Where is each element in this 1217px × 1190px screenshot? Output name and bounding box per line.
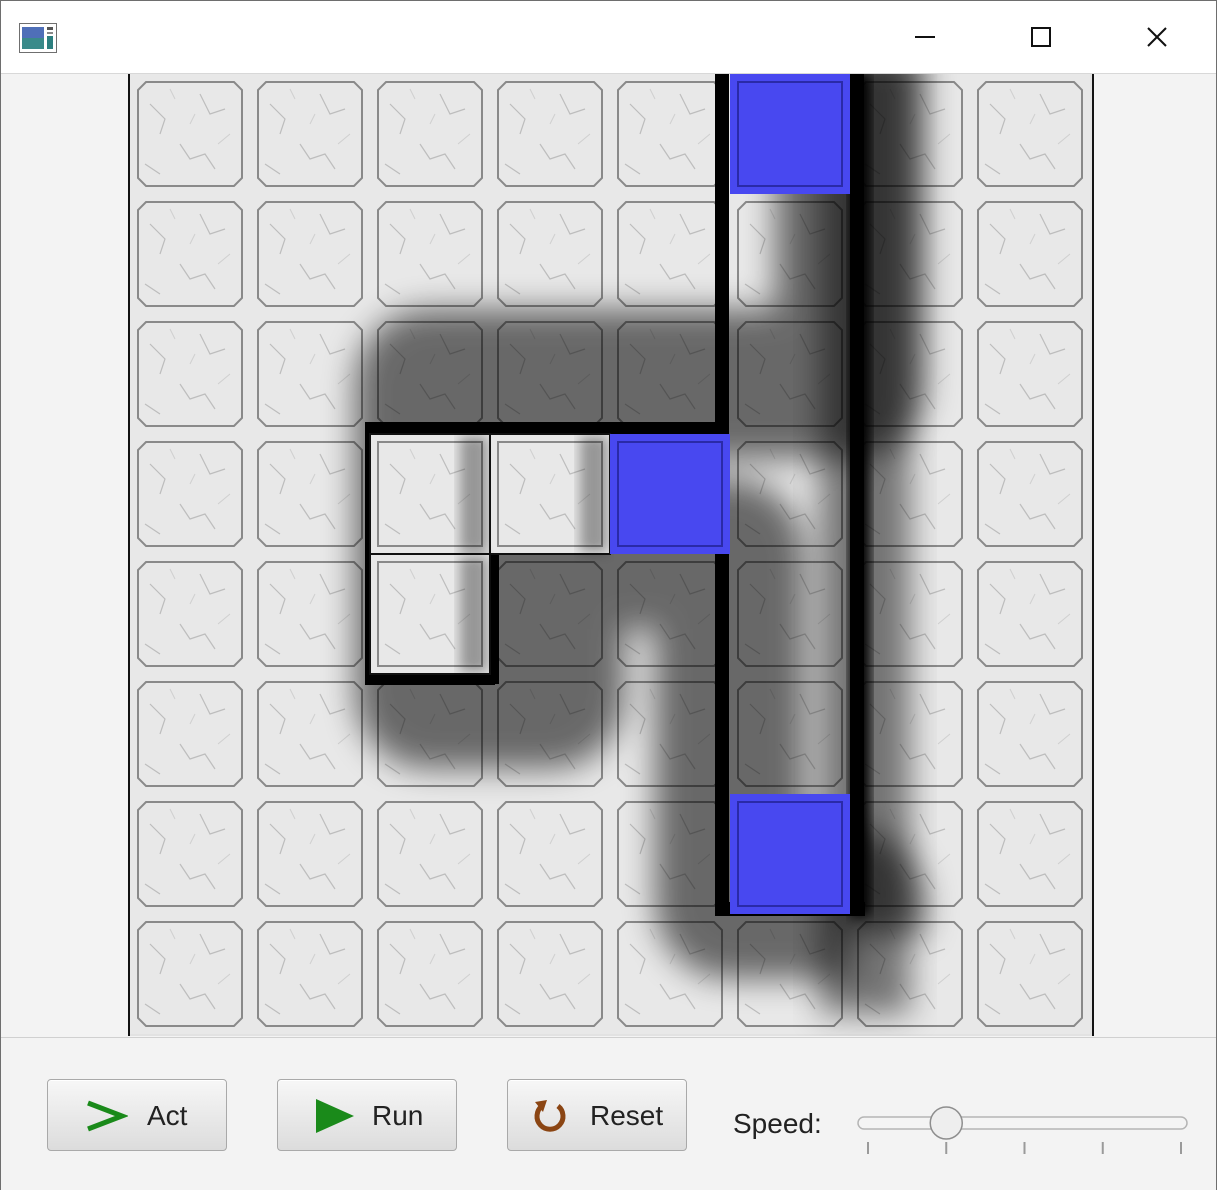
floor-tile (610, 74, 730, 194)
run-button-label: Run (372, 1100, 424, 1131)
floor-tile (970, 434, 1090, 554)
maximize-icon (1031, 27, 1051, 47)
floor-tile (250, 914, 370, 1034)
floor-tile (490, 914, 610, 1034)
raised-block (489, 433, 611, 555)
control-panel: Act Run Reset Speed: (1, 1037, 1216, 1190)
speed-label: Speed: (733, 1108, 822, 1139)
run-button[interactable]: Run (277, 1079, 457, 1151)
act-button[interactable]: Act (47, 1079, 227, 1151)
reset-button[interactable]: Reset (507, 1079, 687, 1151)
floor-tile (610, 194, 730, 314)
world-canvas (130, 74, 1090, 1034)
floor-tile (250, 794, 370, 914)
floor-tile (250, 674, 370, 794)
blue-block (730, 74, 850, 194)
slider-ticks (867, 1142, 1182, 1154)
floor-tile (250, 554, 370, 674)
floor-tile (490, 74, 610, 194)
maximize-button[interactable] (983, 1, 1099, 73)
floor-tile (370, 74, 490, 194)
floor-tile (130, 794, 250, 914)
floor-tile (370, 194, 490, 314)
title-bar (1, 1, 1216, 74)
floor-tile (130, 914, 250, 1034)
floor-tile (970, 74, 1090, 194)
floor-tile (970, 314, 1090, 434)
raised-block (369, 553, 491, 675)
floor-tile (370, 794, 490, 914)
app-icon (19, 23, 57, 53)
minimize-icon (915, 36, 935, 38)
floor-tile (250, 434, 370, 554)
floor-tile (130, 674, 250, 794)
floor-tile (490, 794, 610, 914)
floor-tile (370, 914, 490, 1034)
floor-tile (250, 74, 370, 194)
floor-tile (250, 314, 370, 434)
floor-tile (970, 194, 1090, 314)
chevron-right-icon (84, 1098, 130, 1139)
floor-tile (250, 194, 370, 314)
floor-tile (970, 554, 1090, 674)
app-window: Act Run Reset Speed: (0, 0, 1217, 1190)
reset-button-label: Reset (590, 1100, 664, 1131)
wall-segment (715, 554, 729, 916)
act-button-label: Act (147, 1100, 188, 1131)
floor-tile (130, 74, 250, 194)
blue-block (610, 434, 730, 554)
world-area (1, 74, 1216, 1036)
play-icon (314, 1098, 358, 1139)
blue-block (730, 794, 850, 914)
floor-tile (130, 434, 250, 554)
speed-slider[interactable] (856, 1100, 1191, 1160)
wall-segment (715, 74, 729, 429)
close-icon (1147, 27, 1167, 47)
wall-segment (850, 74, 864, 916)
reset-icon (530, 1096, 570, 1141)
floor-tile (490, 194, 610, 314)
world-grid[interactable] (128, 74, 1094, 1036)
close-button[interactable] (1099, 1, 1215, 73)
floor-tile (130, 194, 250, 314)
floor-tile (130, 314, 250, 434)
raised-block (369, 433, 491, 555)
floor-tile (130, 554, 250, 674)
floor-tile (970, 914, 1090, 1034)
floor-tile (970, 674, 1090, 794)
floor-tile (970, 794, 1090, 914)
slider-thumb[interactable] (929, 1106, 963, 1140)
minimize-button[interactable] (867, 1, 983, 73)
